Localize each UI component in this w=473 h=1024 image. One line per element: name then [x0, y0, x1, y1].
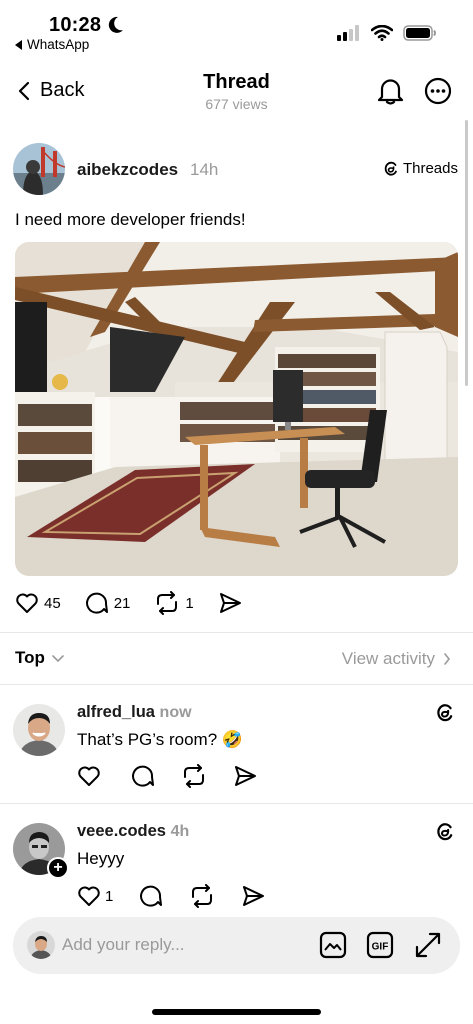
comment-icon	[139, 884, 163, 908]
moon-icon	[108, 16, 124, 34]
comment-like-button[interactable]: 1	[77, 885, 113, 907]
comment-like-count: 1	[105, 887, 114, 905]
heart-icon	[15, 592, 39, 614]
comment-reply-button[interactable]	[131, 764, 155, 788]
comment-share-button[interactable]	[241, 885, 265, 907]
comment-reply-button[interactable]	[139, 884, 163, 908]
back-triangle-icon	[15, 39, 23, 50]
comment-text: Heyyy	[77, 849, 125, 868]
sort-label: Top	[15, 648, 45, 667]
repost-icon	[154, 591, 180, 615]
comment-author-name: alfred_lua	[77, 703, 155, 721]
comment-author[interactable]: alfred_lua now	[77, 703, 192, 722]
comment-author[interactable]: veee.codes 4h	[77, 822, 189, 841]
divider	[0, 803, 473, 804]
post-author[interactable]: aibekzcodes	[77, 160, 178, 180]
back-to-app-link[interactable]: WhatsApp	[15, 37, 89, 52]
reply-button[interactable]: 21	[85, 591, 131, 615]
status-icons	[337, 25, 437, 41]
divider	[0, 632, 473, 633]
threads-badge[interactable]: Threads	[383, 160, 458, 177]
comment-actions: 1	[77, 884, 291, 908]
heart-icon	[77, 885, 101, 907]
threads-badge-label: Threads	[402, 160, 458, 177]
comment-icon	[85, 591, 109, 615]
comment-actions	[77, 764, 283, 788]
comment-text: That’s PG’s room? 🤣	[77, 730, 244, 749]
divider	[0, 684, 473, 685]
repost-icon	[181, 764, 207, 788]
view-activity-label: View activity	[341, 649, 435, 668]
send-icon	[218, 592, 242, 614]
comment-avatar[interactable]	[13, 704, 65, 756]
like-button[interactable]: 45	[15, 592, 61, 614]
expand-icon[interactable]	[414, 931, 442, 959]
battery-icon	[403, 25, 437, 41]
send-icon	[241, 885, 265, 907]
share-button[interactable]	[218, 592, 242, 614]
threads-logo-icon	[383, 160, 399, 177]
comment-share-button[interactable]	[233, 765, 257, 787]
gif-label: GIF	[372, 942, 389, 953]
heart-icon	[77, 765, 101, 787]
comment-author-name: veee.codes	[77, 822, 166, 840]
back-app-label: WhatsApp	[27, 37, 90, 52]
reply-count: 21	[113, 594, 131, 612]
chevron-down-icon	[51, 654, 65, 663]
post-actions: 45 21 1	[15, 591, 266, 615]
more-icon[interactable]	[424, 77, 452, 105]
repost-button[interactable]: 1	[154, 591, 194, 615]
post-time: 14h	[190, 160, 219, 179]
wifi-icon	[371, 25, 393, 41]
comment-time: now	[159, 704, 192, 721]
threads-logo-icon[interactable]	[435, 821, 455, 842]
my-avatar	[27, 931, 55, 959]
sort-dropdown[interactable]: Top	[15, 648, 65, 668]
home-indicator[interactable]	[152, 1009, 321, 1015]
comment-icon	[131, 764, 155, 788]
like-count: 45	[44, 594, 61, 612]
comment-repost-button[interactable]	[181, 764, 207, 788]
status-time: 10:28	[49, 14, 102, 36]
send-icon	[233, 765, 257, 787]
scrollbar[interactable]	[465, 120, 468, 386]
repost-count: 1	[185, 594, 194, 612]
chevron-right-icon	[443, 652, 451, 666]
comment-repost-button[interactable]	[189, 884, 215, 908]
comment-time: 4h	[170, 823, 190, 840]
threads-logo-icon[interactable]	[435, 702, 455, 723]
author-avatar[interactable]	[13, 143, 65, 195]
view-activity-link[interactable]: View activity	[342, 649, 451, 669]
post-image[interactable]	[15, 242, 458, 576]
reply-input[interactable]	[62, 930, 292, 960]
image-icon[interactable]	[319, 931, 347, 959]
repost-icon	[189, 884, 215, 908]
post-text: I need more developer friends!	[15, 210, 246, 229]
cellular-signal-icon	[337, 25, 361, 41]
gif-icon[interactable]: GIF	[366, 931, 394, 959]
comment-like-button[interactable]	[77, 765, 105, 787]
follow-plus-button[interactable]: +	[47, 857, 69, 879]
bell-icon[interactable]	[377, 77, 404, 105]
